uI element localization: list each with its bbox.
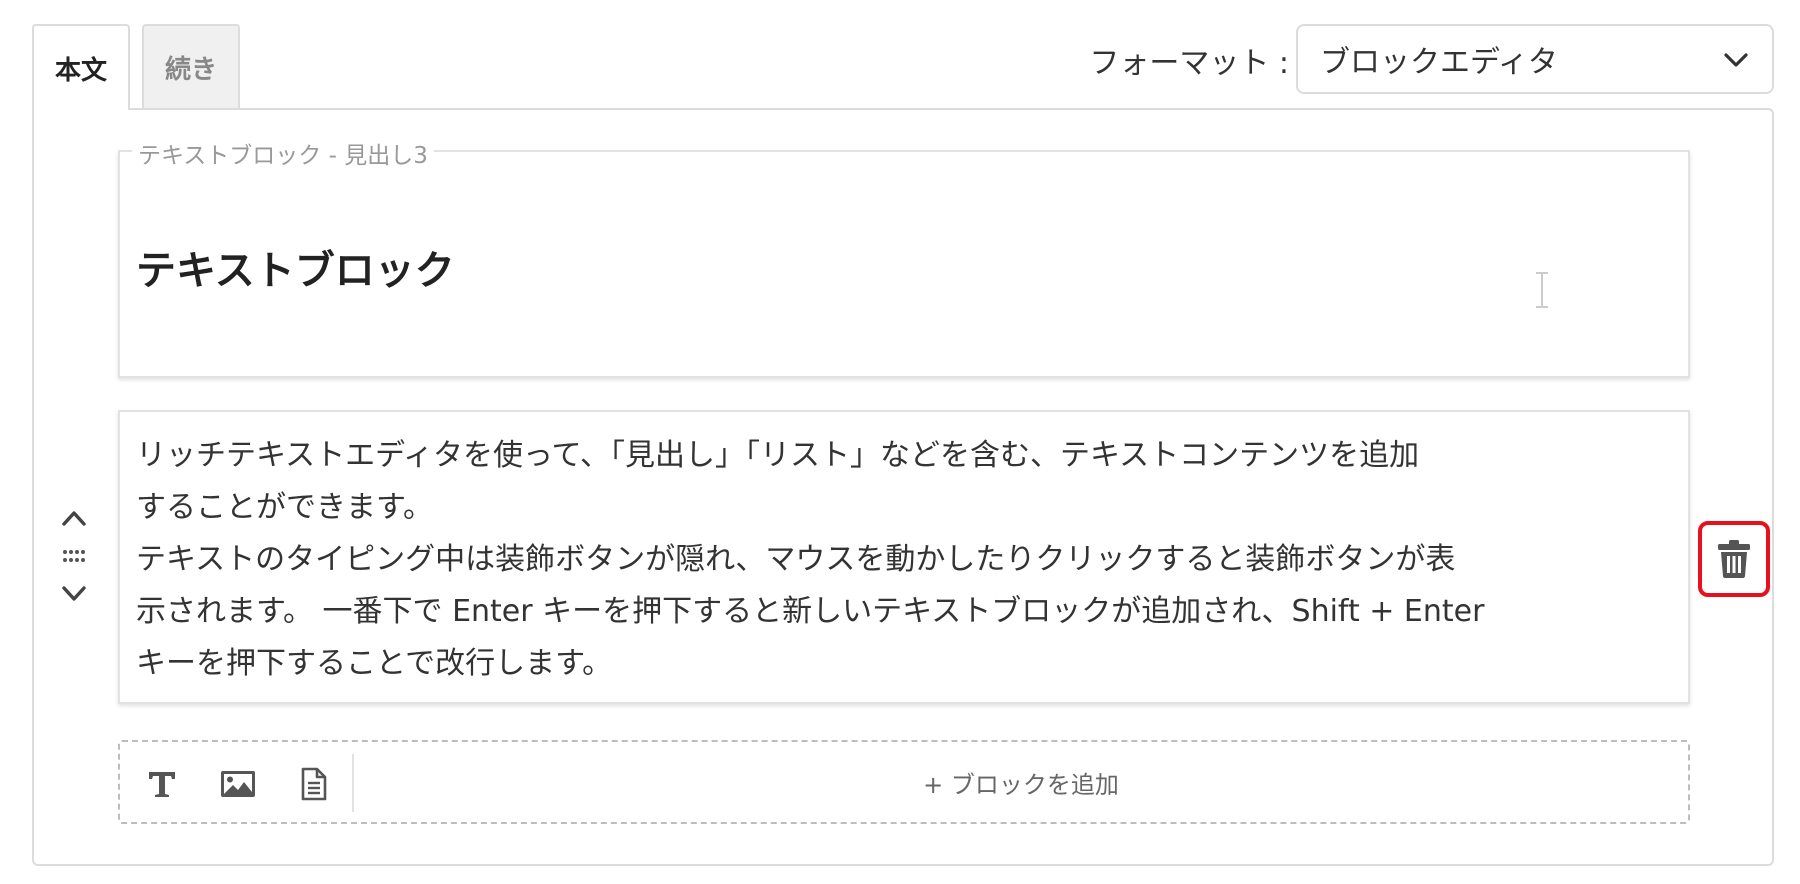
add-block-bar: + ブロックを追加 <box>118 740 1690 824</box>
chevron-up-icon[interactable] <box>60 508 88 528</box>
rich-text-line: テキストのタイピング中は装飾ボタンが隠れ、マウスを動かしたりクリックすると装飾ボ… <box>136 542 1456 577</box>
format-select[interactable]: ブロックエディタ <box>1296 24 1774 94</box>
rich-text-line: することができます。 <box>136 490 433 525</box>
add-image-block-button[interactable] <box>216 762 260 806</box>
format-label: フォーマット : <box>1089 46 1289 81</box>
format-selected-value: ブロックエディタ <box>1320 45 1558 80</box>
trash-icon <box>1718 540 1750 578</box>
heading-text-block[interactable]: テキストブロック - 見出し3 テキストブロック <box>118 136 1690 378</box>
rich-text-block[interactable]: リッチテキストエディタを使って、「見出し」「リスト」などを含む、テキストコンテン… <box>118 410 1690 704</box>
image-icon <box>221 771 255 797</box>
block-type-legend: テキストブロック - 見出し3 <box>132 136 434 170</box>
rich-text-line: リッチテキストエディタを使って、「見出し」「リスト」などを含む、テキストコンテン… <box>136 438 1420 473</box>
tab-body[interactable]: 本文 <box>32 24 130 110</box>
rich-text-line: 示されます。 一番下で Enter キーを押下すると新しいテキストブロックが追加… <box>136 594 1485 629</box>
chevron-down-icon <box>1724 53 1748 67</box>
tab-continued[interactable]: 続き <box>142 24 240 110</box>
delete-block-button[interactable] <box>1698 521 1770 597</box>
add-text-block-button[interactable] <box>140 762 184 806</box>
add-document-block-button[interactable] <box>292 762 336 806</box>
add-block-button[interactable]: + ブロックを追加 <box>354 742 1688 822</box>
rich-text-line: キーを押下することで改行します。 <box>136 646 613 681</box>
chevron-down-icon[interactable] <box>60 584 88 604</box>
text-icon <box>149 772 175 797</box>
drag-handle-icon[interactable] <box>62 548 86 564</box>
heading-text[interactable]: テキストブロック <box>136 238 455 296</box>
document-icon <box>301 767 327 801</box>
text-cursor-icon <box>1536 272 1548 308</box>
